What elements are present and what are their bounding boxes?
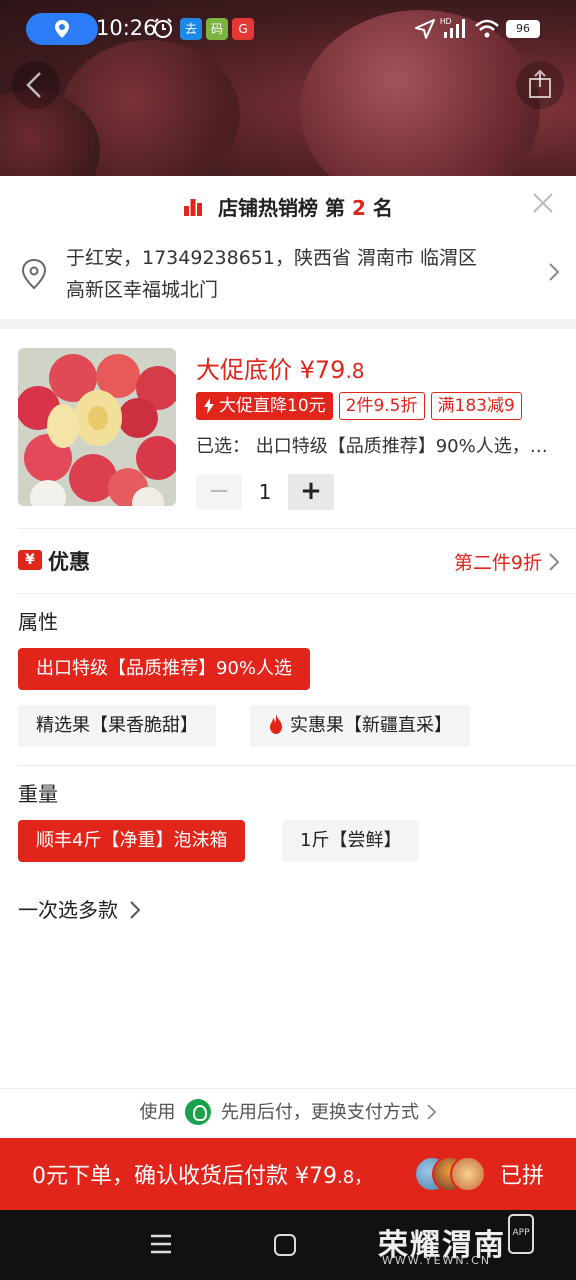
selected-sku-text: 已选： 出口特级【品质推荐】90%人选，顺丰4斤【净重】泡沫箱 <box>196 436 552 457</box>
order-button[interactable]: 0元下单，确认收货后付款 ¥79.8， 已拼 <box>0 1138 576 1210</box>
coupon-icon: ¥ <box>18 550 42 570</box>
chevron-left-icon <box>26 72 41 98</box>
attribute-option[interactable]: 精选果【果香脆甜】 <box>18 705 216 747</box>
divider <box>18 528 576 529</box>
signal-icon: HD <box>440 17 465 38</box>
discount-title: 优惠 <box>48 550 90 574</box>
decrease-button[interactable]: − <box>196 474 242 510</box>
order-button-label: 0元下单，确认收货后付款 ¥79.8， <box>32 1164 373 1189</box>
increase-button[interactable]: + <box>288 474 334 510</box>
system-navigation-bar: 荣耀渭南 WWW.YEWN.CN APP <box>0 1210 576 1280</box>
location-pin-icon <box>55 20 69 38</box>
watermark-url: WWW.YEWN.CN <box>382 1254 492 1267</box>
chevron-right-icon <box>549 263 560 281</box>
watermark-app-badge: APP <box>508 1214 534 1254</box>
discount-row[interactable]: ¥ 优惠 第二件9折 <box>0 540 576 592</box>
promo-tags: 大促直降10元 2件9.5折 满183减9 <box>196 392 522 420</box>
sku-selection-sheet: 店铺热销榜 第 2 名 于红安，17349238651，陕西省 渭南市 临渭区 … <box>0 176 576 1210</box>
multi-select-label: 一次选多款 <box>18 898 118 922</box>
promo-price: 大促底价 ¥79.8 <box>196 350 365 385</box>
product-thumbnail[interactable] <box>18 348 176 506</box>
attribute-option[interactable]: 实惠果【新疆直采】 <box>250 705 470 747</box>
divider <box>18 593 576 594</box>
avatar <box>450 1156 486 1192</box>
quantity-stepper: − 1 + <box>196 474 334 510</box>
attribute-section-title: 属性 <box>18 610 58 634</box>
ranking-icon <box>184 199 203 216</box>
pay-prefix: 使用 <box>139 1102 176 1123</box>
rank-prefix: 店铺热销榜 第 <box>218 196 346 220</box>
shipping-address-row[interactable]: 于红安，17349238651，陕西省 渭南市 临渭区 高新区幸福城北门 <box>0 240 576 320</box>
chevron-right-icon <box>426 1104 436 1120</box>
alarm-icon <box>154 18 172 38</box>
app-notification-icon: 去 <box>180 18 202 40</box>
payment-method-row[interactable]: 使用 先用后付，更换支付方式 <box>0 1088 576 1138</box>
status-bar: 10:26 去 码 G HD 96 <box>0 0 576 58</box>
battery-indicator: 96 <box>506 20 540 38</box>
location-pin-icon <box>21 258 47 290</box>
chevron-right-icon <box>549 553 560 571</box>
weight-option[interactable]: 1斤【尝鲜】 <box>282 820 420 862</box>
price-label: 大促底价 <box>196 356 300 384</box>
app-notification-icon: G <box>232 18 254 40</box>
rank-suffix: 名 <box>372 196 393 220</box>
apple-image <box>18 348 176 506</box>
promo-tag: 2件9.5折 <box>338 392 425 420</box>
app-notification-icon: 码 <box>206 18 228 40</box>
discount-value: 第二件9折 <box>453 552 542 574</box>
lightning-icon <box>204 398 214 414</box>
close-icon[interactable] <box>532 192 554 214</box>
flame-icon <box>270 714 282 734</box>
svg-text:HD: HD <box>440 17 452 26</box>
status-time: 10:26 <box>96 16 157 40</box>
quantity-value[interactable]: 1 <box>242 480 288 504</box>
back-button[interactable] <box>12 61 60 109</box>
address-text: 于红安，17349238651，陕西省 渭南市 临渭区 高新区幸福城北门 <box>66 242 516 306</box>
navigation-arrow-icon <box>415 19 435 39</box>
pay-method-text: 先用后付，更换支付方式 <box>220 1102 419 1123</box>
price-main: ¥79 <box>299 356 346 384</box>
group-buyer-avatars <box>414 1156 486 1192</box>
share-icon <box>529 69 551 98</box>
price-decimal: .8 <box>345 359 365 383</box>
address-line-2: 高新区幸福城北门 <box>66 279 219 301</box>
multi-select-link[interactable]: 一次选多款 <box>18 894 141 923</box>
attribute-option[interactable]: 出口特级【品质推荐】90%人选 <box>18 648 311 690</box>
location-indicator <box>26 13 98 45</box>
chevron-right-icon <box>130 901 141 919</box>
share-button[interactable] <box>516 61 564 109</box>
menu-icon[interactable] <box>150 1234 172 1254</box>
attribute-option-label: 实惠果【新疆直采】 <box>290 715 452 736</box>
section-separator <box>0 319 576 329</box>
rank-number: 2 <box>352 196 366 220</box>
shop-rank-banner[interactable]: 店铺热销榜 第 2 名 <box>0 192 576 221</box>
home-button[interactable] <box>274 1234 296 1256</box>
promo-tag: 满183减9 <box>430 392 522 420</box>
address-line-1: 于红安，17349238651，陕西省 渭南市 临渭区 <box>66 247 478 269</box>
wifi-icon <box>475 19 499 38</box>
divider <box>18 765 576 766</box>
weight-section-title: 重量 <box>18 782 58 806</box>
weight-option[interactable]: 顺丰4斤【净重】泡沫箱 <box>18 820 246 862</box>
pay-later-icon <box>185 1099 212 1125</box>
joined-label: 已拼 <box>499 1164 544 1189</box>
promo-tag: 大促直降10元 <box>196 392 333 420</box>
